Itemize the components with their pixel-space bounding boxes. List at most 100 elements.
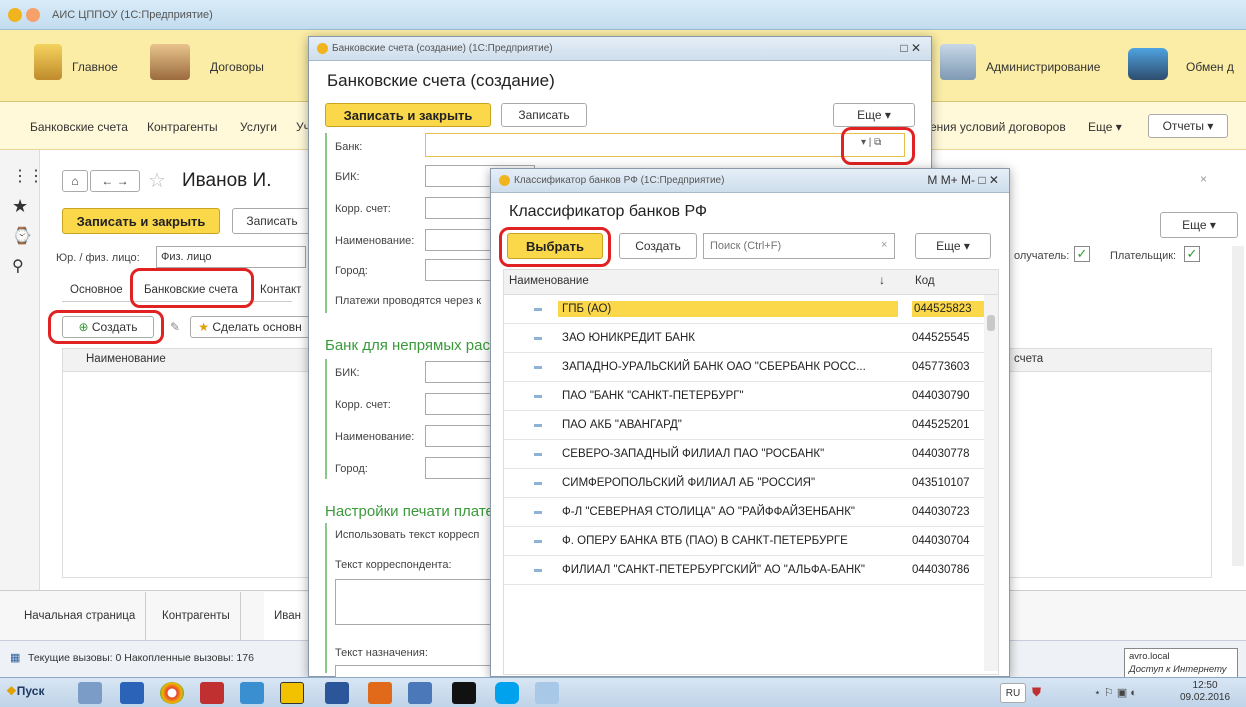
nav-more-menu[interactable]: Еще ▾ xyxy=(1088,120,1122,134)
nav-conditions[interactable]: ения условий договоров xyxy=(930,120,1066,134)
nav-counterparties[interactable]: Контрагенты xyxy=(147,120,218,134)
doc-save-close-button[interactable]: Записать и закрыть xyxy=(62,208,220,234)
classifier-window: Классификатор банков РФ (1С:Предприятие)… xyxy=(490,168,1010,677)
classifier-scrollbar[interactable] xyxy=(984,295,998,671)
console-icon[interactable] xyxy=(452,682,476,704)
row-marker-icon xyxy=(534,423,542,427)
col-name-header: Наименование xyxy=(86,353,166,365)
classifier-window-controls-icon[interactable]: M M+ M- □ ✕ xyxy=(927,173,999,187)
section-exchange[interactable]: Обмен д xyxy=(1186,60,1234,74)
tab-counterparties[interactable]: Контрагенты xyxy=(152,592,241,640)
sort-down-icon[interactable]: ↓ xyxy=(879,273,885,287)
bank-row[interactable]: ФИЛИАЛ "САНКТ-ПЕТЕРБУРГСКИЙ" АО "АЛЬФА-Б… xyxy=(504,556,998,585)
edit-pencil-icon[interactable]: ✎ xyxy=(170,320,180,334)
window-controls-icon[interactable]: □ ✕ xyxy=(900,41,921,55)
nav-bank-accounts[interactable]: Банковские счета xyxy=(30,120,128,134)
bank-row[interactable]: ЗАПАДНО-УРАЛЬСКИЙ БАНК ОАО "СБЕРБАНК РОС… xyxy=(504,353,998,382)
highlight-create xyxy=(48,310,164,344)
clock-date: 09.02.2016 xyxy=(1180,692,1231,703)
indirect-bank-heading: Банк для непрямых рас xyxy=(325,337,490,354)
main-section-icon xyxy=(34,44,62,80)
close-icon[interactable]: × xyxy=(1200,172,1207,186)
favorite-star-icon[interactable]: ☆ xyxy=(148,168,166,193)
tab-start-page[interactable]: Начальная страница xyxy=(14,592,147,640)
home-icon[interactable]: ⌂ xyxy=(62,170,88,192)
notes-icon[interactable] xyxy=(408,682,432,704)
clock[interactable]: 12:50 09.02.2016 xyxy=(1180,680,1230,704)
menu-icon[interactable] xyxy=(26,7,40,22)
doc-save-button[interactable]: Записать xyxy=(232,208,312,234)
classifier-window-title: Классификатор банков РФ (1С:Предприятие) xyxy=(514,175,725,186)
purpose-text-field[interactable] xyxy=(335,665,505,677)
tab-contacts[interactable]: Контакт xyxy=(260,284,301,296)
folder-icon[interactable] xyxy=(240,682,264,704)
bank-row[interactable]: ЗАО ЮНИКРЕДИТ БАНК 044525545 xyxy=(504,324,998,353)
classifier-search-input[interactable] xyxy=(703,233,895,259)
bank-label: Банк: xyxy=(335,141,363,153)
language-indicator[interactable]: RU xyxy=(1000,683,1026,703)
tray-shield-icon[interactable]: ⛊ xyxy=(1032,685,1041,700)
bank-row[interactable]: Ф. ОПЕРУ БАНКА ВТБ (ПАО) В САНКТ-ПЕТЕРБУ… xyxy=(504,527,998,556)
outlook-icon[interactable] xyxy=(368,682,392,704)
skype-icon[interactable] xyxy=(495,682,519,704)
row-marker-icon xyxy=(534,481,542,485)
highlight-bank-select xyxy=(841,127,915,165)
account-save-close-button[interactable]: Записать и закрыть xyxy=(325,103,491,127)
bank-row[interactable]: ГПБ (АО) 044525823 xyxy=(504,295,998,324)
payer-checkbox[interactable]: ✓ xyxy=(1184,246,1200,262)
nav-services[interactable]: Услуги xyxy=(240,120,277,134)
back-forward-icon[interactable]: ← → xyxy=(90,170,140,192)
legal-type-field[interactable]: Физ. лицо xyxy=(156,246,306,268)
window-logo-icon xyxy=(317,43,328,54)
tab-ivanov[interactable]: Иван xyxy=(264,592,312,640)
bank-row[interactable]: СЕВЕРО-ЗАПАДНЫЙ ФИЛИАЛ ПАО "РОСБАНК" 0440… xyxy=(504,440,998,469)
onec-icon[interactable] xyxy=(280,682,304,704)
word-icon[interactable] xyxy=(325,682,349,704)
reports-button[interactable]: Отчеты ▾ xyxy=(1148,114,1228,138)
main-title-bar: АИС ЦППОУ (1С:Предприятие) xyxy=(0,0,1246,30)
tab-main[interactable]: Основное xyxy=(70,284,123,296)
history-icon[interactable]: ⌚ xyxy=(12,226,32,246)
doc-scrollbar[interactable] xyxy=(1232,246,1244,566)
row-marker-icon xyxy=(534,452,542,456)
doc-more-button[interactable]: Еще ▾ xyxy=(1160,212,1238,238)
corr-label: Корр. счет: xyxy=(335,203,391,215)
section-main[interactable]: Главное xyxy=(72,60,118,74)
legal-type-label: Юр. / физ. лицо: xyxy=(56,252,140,264)
powershell-icon[interactable] xyxy=(120,682,144,704)
account-save-button[interactable]: Записать xyxy=(501,103,587,127)
favorites-star-icon[interactable]: ★ xyxy=(12,196,28,217)
explorer-icon[interactable] xyxy=(78,682,102,704)
scroll-thumb[interactable] xyxy=(987,315,995,331)
bank-row[interactable]: ПАО АКБ "АВАНГАРД" 044525201 xyxy=(504,411,998,440)
bank-field[interactable] xyxy=(425,133,905,157)
classifier-col-code[interactable]: Код xyxy=(915,275,935,287)
chrome-icon[interactable] xyxy=(160,682,184,704)
start-button[interactable]: ❖Пуск xyxy=(6,684,44,698)
section-contracts[interactable]: Договоры xyxy=(210,60,264,74)
main-window-title: АИС ЦППОУ (1С:Предприятие) xyxy=(52,8,213,21)
status-calls: Текущие вызовы: 0 Накопленные вызовы: 17… xyxy=(28,652,254,664)
recipient-label: олучатель: xyxy=(1014,250,1070,262)
app-red-icon[interactable] xyxy=(200,682,224,704)
windows-logo-icon: ❖ xyxy=(6,684,17,698)
section-admin[interactable]: Администрирование xyxy=(986,60,1100,74)
group-line-2 xyxy=(325,359,327,479)
row-marker-icon xyxy=(534,568,542,572)
make-main-button[interactable]: ★ Сделать основн xyxy=(190,316,310,338)
classifier-more-button[interactable]: Еще ▾ xyxy=(915,233,991,259)
account-more-button[interactable]: Еще ▾ xyxy=(833,103,915,127)
recipient-checkbox[interactable]: ✓ xyxy=(1074,246,1090,262)
clear-search-icon[interactable]: × xyxy=(881,239,887,251)
paint-icon[interactable] xyxy=(535,682,559,704)
bank-row[interactable]: Ф-Л "СЕВЕРНАЯ СТОЛИЦА" АО "РАЙФФАЙЗЕНБАН… xyxy=(504,498,998,527)
group-line xyxy=(325,133,327,313)
corr-text-field[interactable] xyxy=(335,579,505,625)
tray-icons[interactable]: ⋆ ⚐ ▣ ◐ xyxy=(1094,686,1137,699)
search-icon[interactable]: ⚲ xyxy=(12,256,24,276)
classifier-create-button[interactable]: Создать xyxy=(619,233,697,259)
classifier-col-name[interactable]: Наименование xyxy=(509,275,589,287)
bank-row[interactable]: ПАО "БАНК "САНКТ-ПЕТЕРБУРГ" 044030790 xyxy=(504,382,998,411)
bank-row[interactable]: СИМФЕРОПОЛЬСКИЙ ФИЛИАЛ АБ "РОССИЯ" 043510… xyxy=(504,469,998,498)
purpose-text-label: Текст назначения: xyxy=(335,647,428,659)
